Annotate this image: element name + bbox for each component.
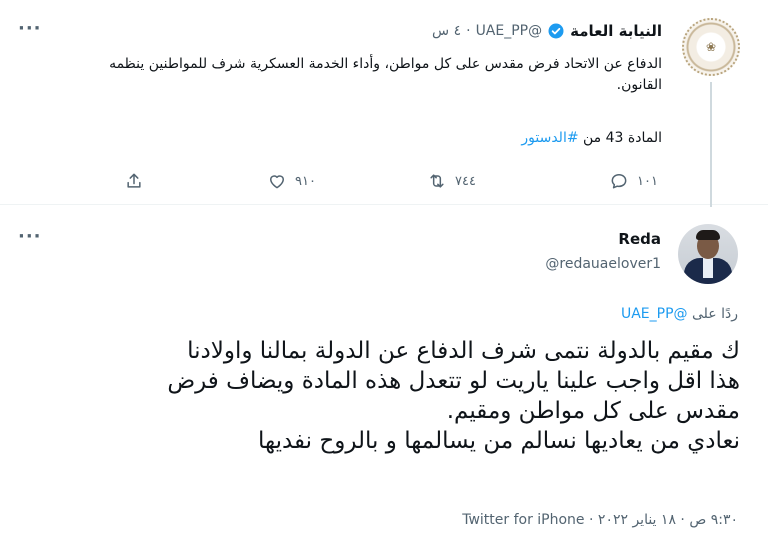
org-avatar[interactable]: ❀ (682, 18, 740, 76)
tweet-date[interactable]: ١٨ يناير ٢٠٢٢ (598, 512, 676, 528)
share-icon (127, 173, 141, 188)
thread-line (710, 82, 712, 207)
retweet-icon (430, 174, 444, 188)
like-action[interactable]: ٩١٠ (267, 170, 316, 192)
parent-tweet-text: الدفاع عن الاتحاد فرض مقدس على كل مواطن،… (109, 56, 662, 93)
tweet-meta: ٩:٣٠ ص · ١٨ يناير ٢٠٢٢ · Twitter for iPh… (462, 512, 738, 528)
main-text-line: مقدس على كل مواطن ومقيم. (446, 398, 740, 424)
reply-prefix: ردًا على (687, 306, 738, 322)
verified-icon (548, 23, 564, 39)
more-icon[interactable]: ··· (18, 18, 42, 39)
parent-tweet-header: النيابة العامة @UAE_PP · ٤ س (432, 22, 662, 40)
hashtag-link[interactable]: #الدستور (521, 130, 578, 146)
reply-mention-link[interactable]: @UAE_PP (621, 306, 688, 322)
separator-dot: · (466, 23, 471, 39)
main-text-line: ك مقيم بالدولة نتمى شرف الدفاع عن الدولة… (187, 338, 740, 364)
avatar-hair (696, 230, 720, 240)
main-text-line: هذا اقل واجب علينا ياريت لو تتعدل هذه ال… (167, 368, 740, 394)
main-author-name[interactable]: Reda (618, 230, 661, 248)
retweet-count: ٧٤٤ (455, 173, 476, 189)
more-icon[interactable]: ··· (18, 226, 42, 247)
user-avatar[interactable] (678, 224, 738, 284)
parent-author-name[interactable]: النيابة العامة (570, 22, 662, 40)
tweet-source[interactable]: Twitter for iPhone (462, 512, 584, 528)
like-icon (270, 175, 285, 189)
main-tweet-text: ك مقيم بالدولة نتمى شرف الدفاع عن الدولة… (20, 336, 740, 456)
main-author-handle[interactable]: @redauaelover1 (545, 256, 661, 272)
parent-tweet-time[interactable]: ٤ س (432, 23, 461, 39)
separator-dot: · (680, 512, 685, 528)
like-count: ٩١٠ (295, 173, 316, 189)
main-tweet[interactable]: Reda @redauaelover1 ··· ردًا على @UAE_PP… (0, 206, 768, 545)
reply-count: ١٠١ (637, 173, 658, 189)
tweet-time[interactable]: ٩:٣٠ ص (689, 512, 738, 528)
parent-tweet[interactable]: ❀ النيابة العامة @UAE_PP · ٤ س ··· الدفا… (0, 0, 768, 207)
reply-icon (611, 174, 627, 189)
parent-tweet-article: المادة 43 من #الدستور (521, 130, 662, 146)
separator-dot: · (589, 512, 594, 528)
main-text-line: نعادي من يعاديها نسالم من يسالمها و بالر… (257, 428, 740, 454)
reply-action[interactable]: ١٠١ (609, 170, 658, 192)
avatar-shirt (703, 258, 713, 278)
reply-to-line: ردًا على @UAE_PP (621, 306, 738, 322)
seal-logo-icon: ❀ (705, 40, 717, 54)
retweet-action[interactable]: ٧٤٤ (427, 170, 476, 192)
parent-author-handle[interactable]: @UAE_PP (476, 23, 543, 39)
article-text: المادة 43 من (578, 130, 662, 146)
share-action[interactable] (124, 170, 144, 192)
